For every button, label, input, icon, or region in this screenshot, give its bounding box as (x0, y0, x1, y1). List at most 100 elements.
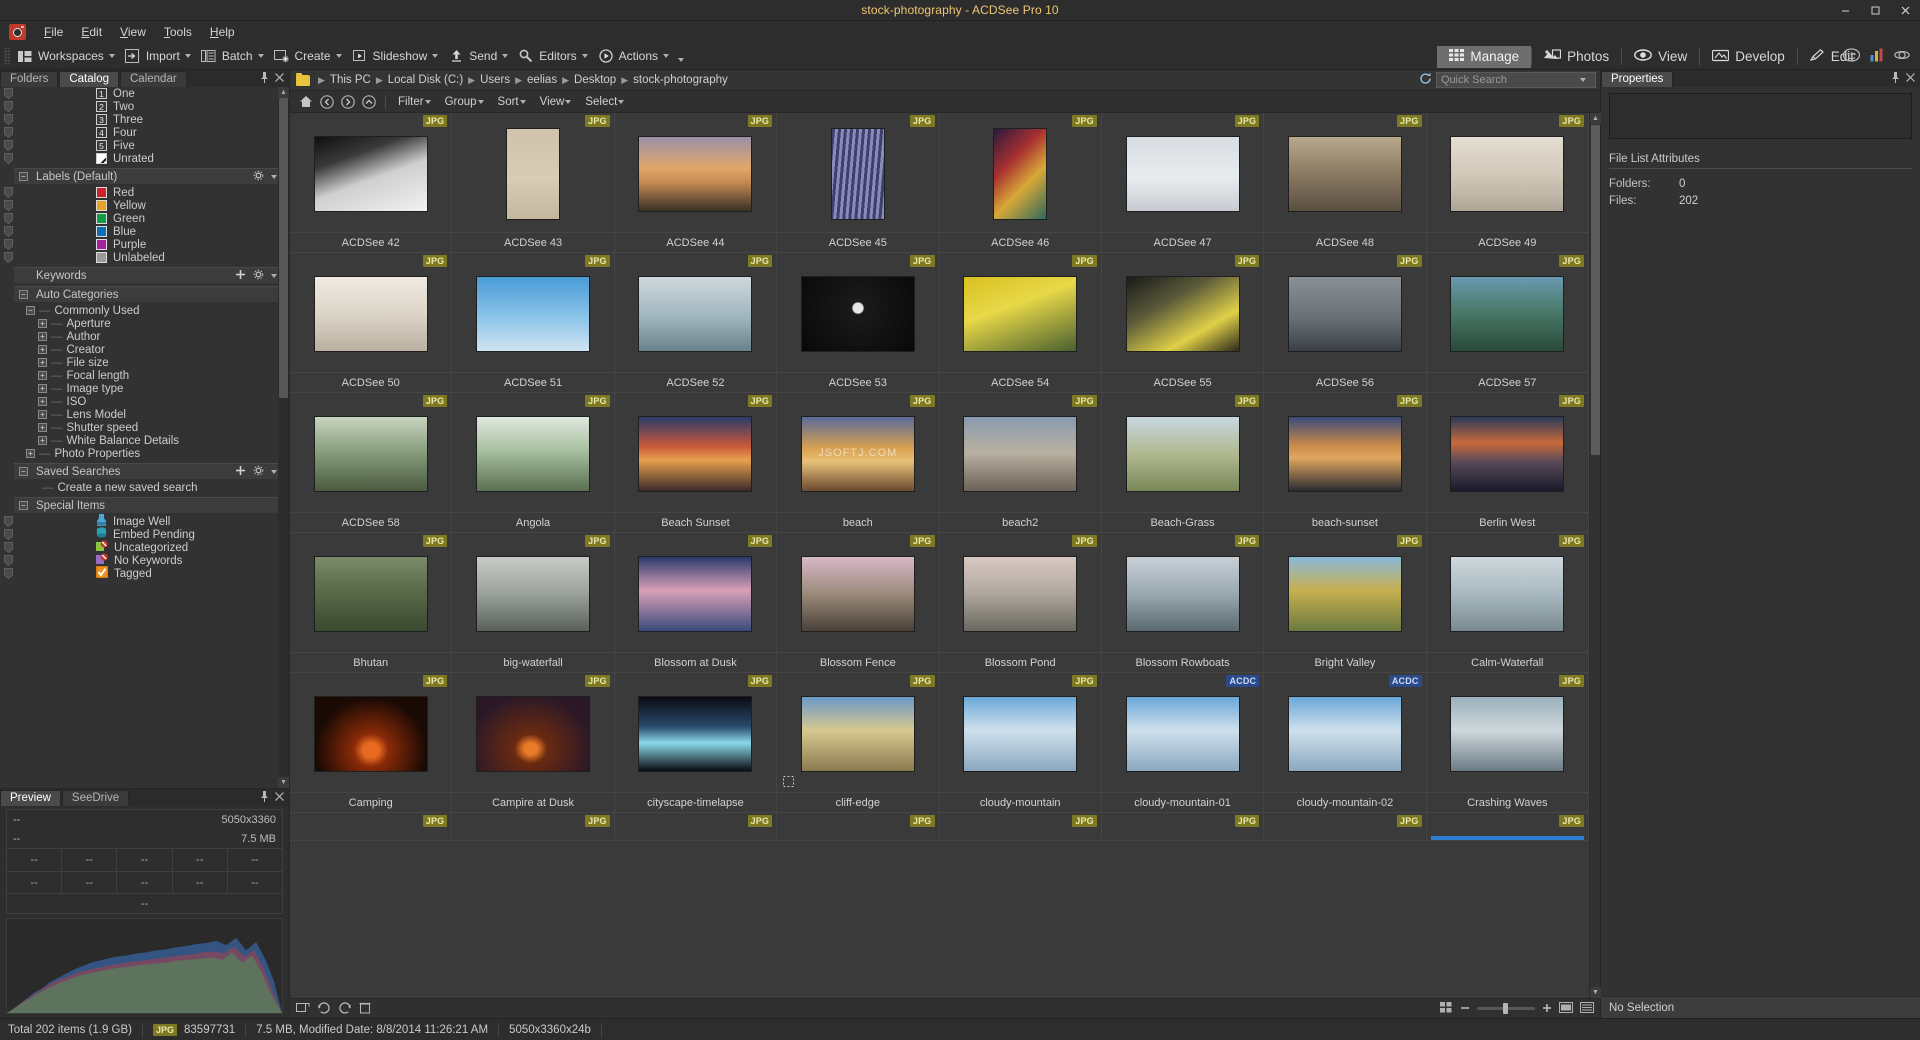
thumbnail-image-area[interactable]: JPG (1264, 393, 1425, 512)
toolbar-batch[interactable]: Batch (198, 45, 271, 68)
tab-calendar[interactable]: Calendar (120, 71, 187, 87)
group-header-special-items[interactable]: − Special Items (14, 497, 281, 513)
thumbnail-cell[interactable]: JPG Beach Sunset (614, 393, 778, 533)
thumbnail-image-area[interactable]: JPG (615, 393, 776, 512)
thumbnail-cell[interactable]: ACDC cloudy-mountain-02 (1264, 673, 1427, 813)
mode-view[interactable]: View (1622, 46, 1699, 68)
tab-folders[interactable]: Folders (0, 71, 59, 87)
tree-item-uncategorized[interactable]: Uncategorized (0, 540, 289, 554)
thumbnail-cell[interactable]: JPG ACDSee 50 (290, 253, 453, 393)
toolbar-slideshow[interactable]: Slideshow (349, 45, 446, 68)
thumbnail-cell[interactable]: JPG (777, 813, 940, 841)
thumbnail-cell[interactable]: JPG ACDSee 54 (939, 253, 1102, 393)
thumbnail-image-area[interactable]: JPG (777, 533, 938, 652)
thumbnail-grid[interactable]: JPG ACDSee 42 JPG ACDSee 43 JPG ACDSee 44 JPG A… (290, 113, 1589, 998)
thumbnail-cell[interactable]: JPG (1264, 813, 1427, 841)
thumbnail-image-area[interactable]: JPG (452, 813, 613, 840)
breadcrumb-this-pc[interactable]: This PC (327, 73, 374, 87)
toolbar-create[interactable]: Create (271, 45, 349, 68)
scroll-up-arrow[interactable]: ▲ (278, 87, 289, 98)
scroll-up-arrow[interactable]: ▲ (1590, 113, 1601, 124)
thumbnail-cell[interactable]: JPG beach-sunset (1264, 393, 1427, 533)
thumbnail-cell[interactable]: JPG (290, 813, 453, 841)
thumbnail-image-area[interactable]: JPG (1264, 253, 1425, 372)
tree-item-label-green[interactable]: Green (0, 212, 289, 225)
minus-icon[interactable] (1460, 1002, 1470, 1016)
tree-item-white-balance-details[interactable]: + — White Balance Details (0, 434, 289, 447)
thumbnail-image-area[interactable]: JPG (290, 673, 451, 792)
mode-manage[interactable]: Manage (1437, 45, 1532, 68)
tab-seedrive[interactable]: SeeDrive (61, 790, 130, 806)
thumbnail-cell[interactable]: JPG Calm-Waterfall (1426, 533, 1589, 673)
rotate-left-icon[interactable] (296, 1001, 310, 1017)
thumbnail-cell[interactable]: JPG ACDSee 57 (1426, 253, 1589, 393)
group-header-keywords[interactable]: Keywords (14, 267, 281, 283)
chevron-down-icon[interactable] (502, 54, 509, 58)
pin-icon[interactable] (260, 71, 269, 86)
tree-item-label-purple[interactable]: Purple (0, 238, 289, 251)
thumbnail-cell[interactable]: JPG ACDSee 58 (290, 393, 453, 533)
menu-view[interactable]: View (111, 22, 155, 42)
close-icon[interactable] (275, 72, 284, 85)
menu-file[interactable]: File (35, 22, 72, 42)
thumbnail-cell[interactable]: JPG Angola (452, 393, 615, 533)
breadcrumb-stock-photography[interactable]: stock-photography (630, 73, 731, 87)
thumbnail-image-area[interactable]: JPG (452, 393, 613, 512)
delete-icon[interactable] (359, 1001, 371, 1017)
thumbnail-cell[interactable]: JPG cliff-edge (777, 673, 940, 813)
breadcrumb-users[interactable]: Users (477, 73, 513, 87)
filter-menu[interactable]: Filter (393, 95, 438, 109)
chevron-down-icon[interactable] (581, 54, 588, 58)
properties-preview-box[interactable] (1609, 93, 1912, 139)
forward-icon[interactable] (338, 93, 357, 111)
select-menu[interactable]: Select (580, 95, 631, 109)
thumbnail-image-area[interactable]: JPG (777, 253, 938, 372)
expand-icon[interactable]: + (38, 436, 47, 445)
thumbnail-cell[interactable]: JPG ACDSee 52 (614, 253, 778, 393)
chevron-down-icon[interactable] (271, 273, 277, 278)
tab-preview[interactable]: Preview (0, 790, 61, 806)
thumbnail-image-area[interactable]: JPG (777, 673, 938, 792)
thumbnail-image-area[interactable]: JPG (452, 533, 613, 652)
toolbar-editors[interactable]: Editors (515, 45, 594, 68)
view-menu[interactable]: View (535, 95, 579, 109)
thumbnail-cell[interactable]: JPG ACDSee 45 (777, 113, 940, 253)
menu-help[interactable]: Help (201, 22, 244, 42)
thumbnail-cell[interactable]: JPG ACDSee 46 (939, 113, 1102, 253)
tree-item-aperture[interactable]: + — Aperture (0, 317, 289, 330)
tree-item-unrated[interactable]: Unrated (0, 152, 289, 165)
thumbnail-image-area[interactable]: JPG (290, 113, 451, 232)
chart-icon[interactable] (1870, 48, 1885, 65)
filmstrip-icon[interactable] (1559, 1001, 1573, 1016)
thumbnail-image-area[interactable]: JPG (615, 533, 776, 652)
tree-item-rating-two[interactable]: 2 Two (0, 100, 289, 113)
tree-item-create-saved-search[interactable]: — Create a new saved search (0, 481, 289, 494)
thumbnail-image-area[interactable]: JPG (290, 253, 451, 372)
360-icon[interactable] (1894, 48, 1910, 65)
thumbnail-image-area[interactable]: JPG (940, 533, 1101, 652)
thumbnail-cell[interactable]: ACDC cloudy-mountain-01 (1101, 673, 1265, 813)
thumbnail-image-area[interactable]: JPG (452, 253, 613, 372)
tree-item-rating-four[interactable]: 4 Four (0, 126, 289, 139)
thumbnail-image-area[interactable]: JPG JSOFTJ.COM (777, 393, 938, 512)
expand-icon[interactable]: + (38, 410, 47, 419)
plus-icon[interactable] (235, 269, 246, 283)
thumbnail-image-area[interactable]: JPG (615, 813, 776, 840)
tree-item-label-yellow[interactable]: Yellow (0, 199, 289, 212)
thumbnail-image-area[interactable]: JPG (615, 673, 776, 792)
tree-item-image-well[interactable]: Image Well (0, 514, 289, 528)
chevron-down-icon[interactable] (257, 54, 264, 58)
thumbnail-image-area[interactable]: ACDC (1264, 673, 1425, 792)
gear-icon[interactable] (253, 269, 264, 283)
home-icon[interactable] (296, 93, 315, 111)
thumbnail-image-area[interactable]: JPG (1102, 113, 1263, 232)
thumbnail-image-area[interactable]: JPG (452, 673, 613, 792)
collapse-icon[interactable]: − (19, 501, 28, 510)
thumbnail-image-area[interactable]: JPG (1264, 813, 1425, 840)
collapse-icon[interactable]: − (19, 467, 28, 476)
sort-menu[interactable]: Sort (493, 95, 533, 109)
tree-item-file-size[interactable]: + — File size (0, 356, 289, 369)
chevron-down-icon[interactable] (424, 99, 431, 104)
up-icon[interactable] (359, 93, 378, 111)
group-header-labels[interactable]: − Labels (Default) (14, 168, 281, 184)
